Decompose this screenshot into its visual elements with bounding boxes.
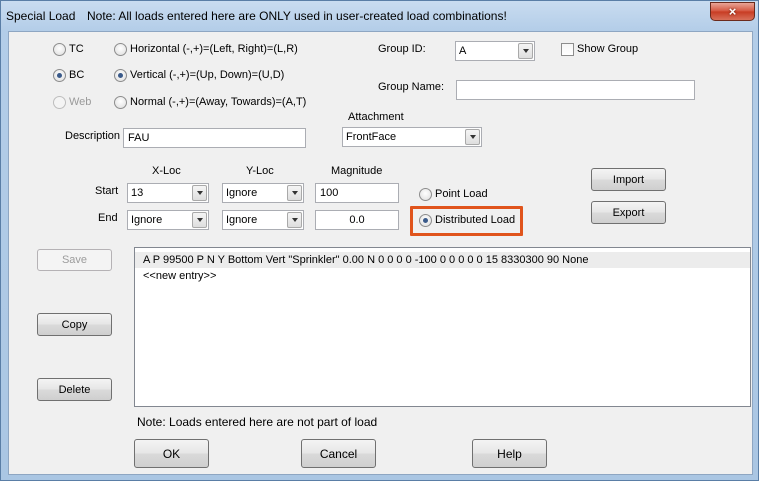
end-magnitude-input[interactable]: 0.0 [315,210,399,230]
attachment-label: Attachment [348,111,404,123]
end-xloc-value: Ignore [131,214,163,226]
chevron-down-icon[interactable] [192,185,207,201]
start-xloc-value: 13 [131,187,144,199]
end-row-label: End [98,212,118,224]
radio-normal[interactable] [114,96,127,109]
group-name-label: Group Name: [378,81,445,93]
description-input[interactable]: FAU [123,128,306,148]
end-yloc-value: Ignore [226,214,258,226]
group-id-label: Group ID: [378,43,426,55]
description-label: Description [65,130,121,142]
group-name-input[interactable] [456,80,695,100]
radio-tc-label: TC [69,43,84,55]
chevron-down-icon[interactable] [518,43,533,59]
start-row-label: Start [95,185,119,197]
help-button[interactable]: Help [472,439,547,468]
close-button[interactable]: × [710,2,755,21]
close-icon: × [728,4,737,19]
radio-web [53,96,66,109]
show-group-checkbox[interactable] [561,43,574,56]
special-load-window: Special Load Note: All loads entered her… [0,0,759,481]
start-yloc-value: Ignore [226,187,258,199]
attachment-select[interactable]: FrontFace [342,127,482,147]
radio-web-label: Web [69,96,92,108]
footer-note: Note: Loads entered here are not part of… [137,415,378,429]
radio-tc[interactable] [53,43,66,56]
radio-vertical[interactable] [114,69,127,82]
attachment-value: FrontFace [346,131,397,143]
list-item[interactable]: A P 99500 P N Y Bottom Vert "Sprinkler" … [143,254,588,266]
radio-normal-label: Normal (-,+)=(Away, Towards)=(A,T) [130,96,307,108]
radio-distributed-load[interactable] [419,214,432,227]
end-yloc-select[interactable]: Ignore [222,210,304,230]
chevron-down-icon[interactable] [287,185,302,201]
group-id-value: A [459,45,467,57]
show-group-label: Show Group [577,43,639,55]
radio-bc[interactable] [53,69,66,82]
radio-horizontal-label: Horizontal (-,+)=(Left, Right)=(L,R) [130,43,298,55]
start-yloc-select[interactable]: Ignore [222,183,304,203]
ok-button[interactable]: OK [134,439,209,468]
start-xloc-select[interactable]: 13 [127,183,209,203]
magnitude-header: Magnitude [331,165,383,177]
loads-list[interactable]: A P 99500 P N Y Bottom Vert "Sprinkler" … [134,247,751,407]
export-button[interactable]: Export [591,201,666,224]
chevron-down-icon[interactable] [287,212,302,228]
end-xloc-select[interactable]: Ignore [127,210,209,230]
radio-horizontal[interactable] [114,43,127,56]
xloc-header: X-Loc [152,165,181,177]
window-title-note: Note: All loads entered here are ONLY us… [87,9,507,23]
copy-button[interactable]: Copy [37,313,112,336]
delete-button[interactable]: Delete [37,378,112,401]
start-magnitude-input[interactable]: 100 [315,183,399,203]
title-bar[interactable]: Special Load Note: All loads entered her… [1,1,758,31]
radio-bc-label: BC [69,69,85,81]
list-item[interactable]: <<new entry>> [143,270,216,282]
cancel-button[interactable]: Cancel [301,439,376,468]
chevron-down-icon[interactable] [465,129,480,145]
distributed-load-label: Distributed Load [435,214,516,226]
radio-point-load[interactable] [419,188,432,201]
radio-vertical-label: Vertical (-,+)=(Up, Down)=(U,D) [130,69,285,81]
window-title: Special Load [6,9,76,23]
yloc-header: Y-Loc [246,165,274,177]
point-load-label: Point Load [435,188,488,200]
import-button[interactable]: Import [591,168,666,191]
dialog-body: TC BC Web Horizontal (-,+)=(Left, Right)… [8,31,753,475]
group-id-select[interactable]: A [455,41,535,61]
chevron-down-icon[interactable] [192,212,207,228]
save-button: Save [37,249,112,271]
